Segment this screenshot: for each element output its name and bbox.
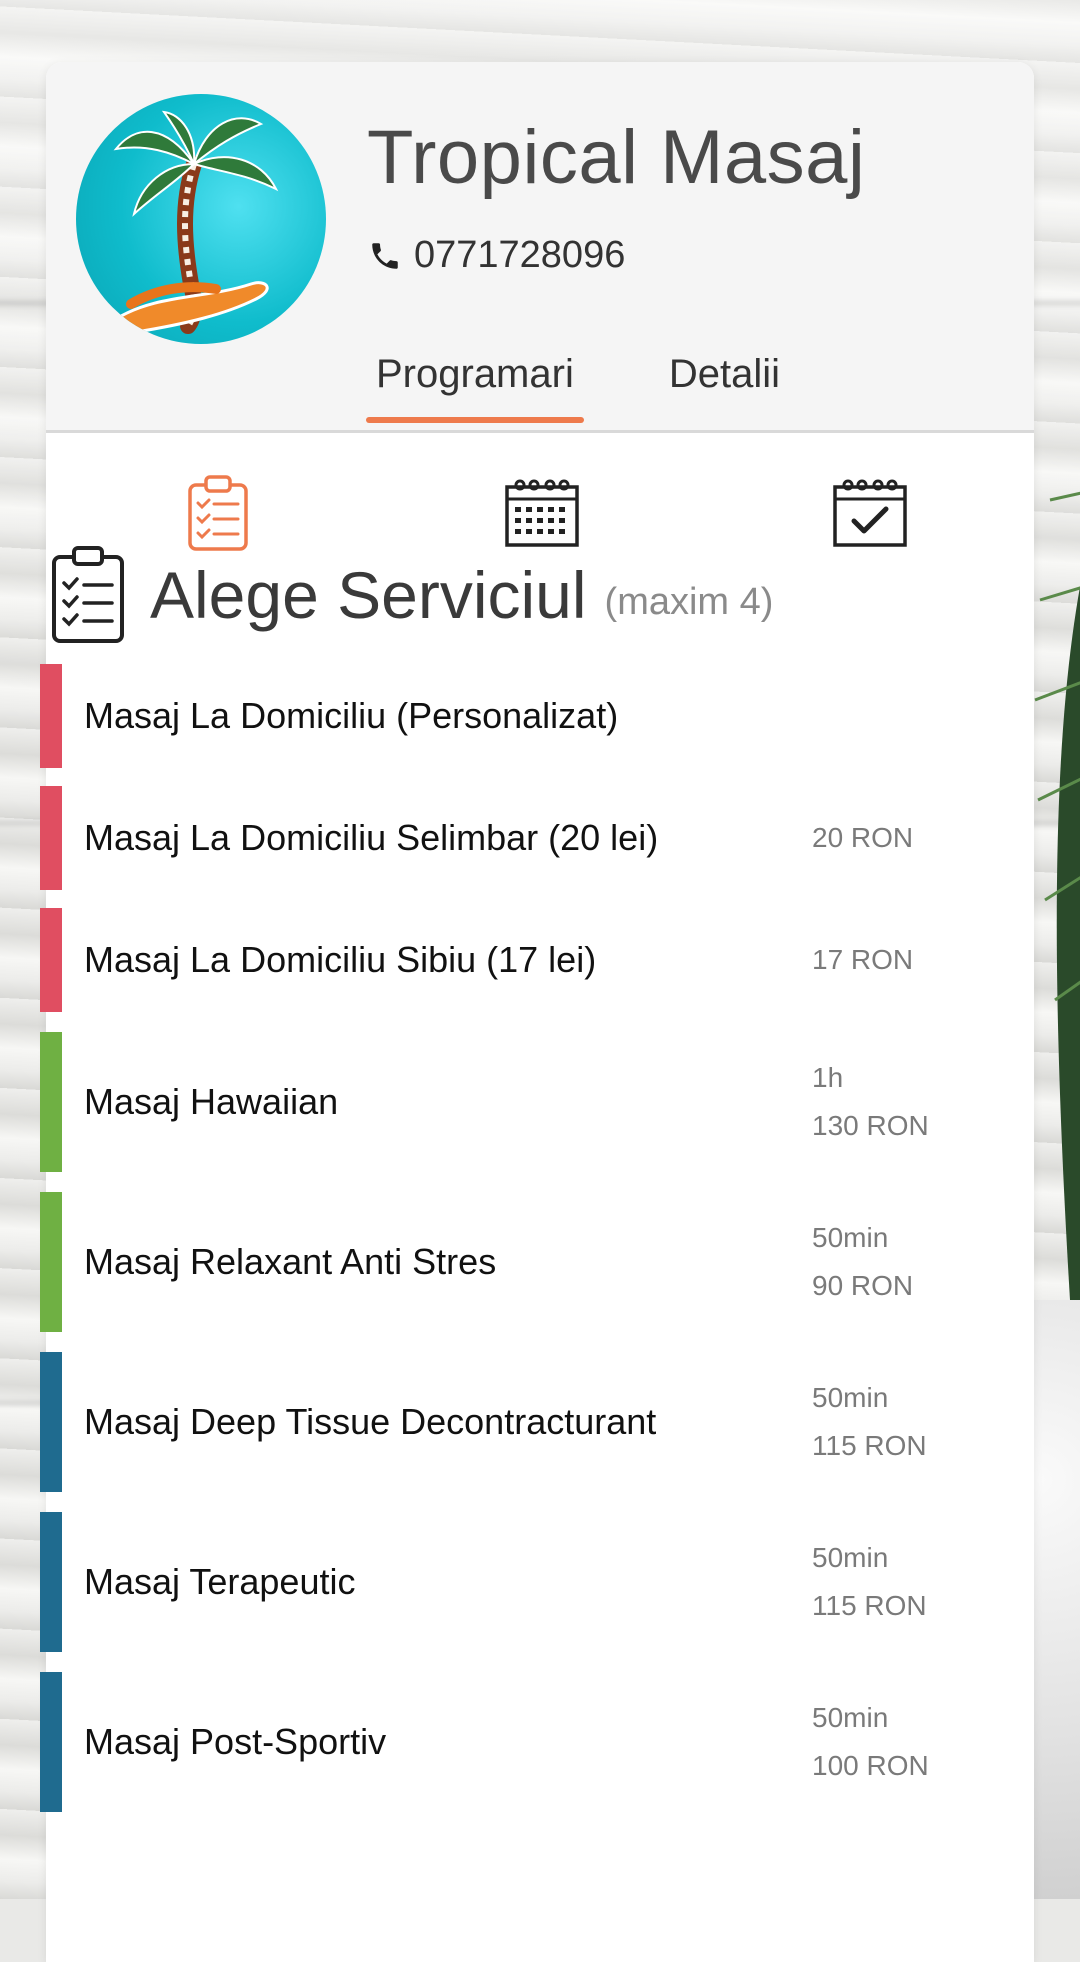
service-meta: 50min 100 RON <box>812 1694 929 1790</box>
service-color-bar <box>40 664 62 768</box>
phone-number: 0771728096 <box>414 234 626 276</box>
service-color-bar <box>40 1512 62 1652</box>
service-name: Masaj Post-Sportiv <box>84 1721 387 1762</box>
service-color-bar <box>40 908 62 1012</box>
service-item[interactable]: Masaj Relaxant Anti Stres 50min 90 RON <box>40 1192 960 1332</box>
business-phone[interactable]: 0771728096 <box>368 234 625 277</box>
clipboard-checklist-icon[interactable] <box>178 473 258 553</box>
header-tabs: Programari Detalii <box>366 352 790 423</box>
service-price: 20 RON <box>812 822 914 853</box>
service-item[interactable]: Masaj La Domiciliu Sibiu (17 lei) 17 RON <box>40 908 960 1012</box>
section-title: Alege Serviciul <box>150 558 587 632</box>
service-price: 17 RON <box>812 944 914 975</box>
service-price: 115 RON <box>812 1590 927 1621</box>
service-name: Masaj Relaxant Anti Stres <box>84 1241 497 1282</box>
service-meta: 1h 130 RON <box>812 1054 929 1150</box>
service-item[interactable]: Masaj La Domiciliu (Personalizat) <box>40 664 960 768</box>
service-price: 90 RON <box>812 1270 914 1301</box>
business-header: Tropical Masaj 0771728096 Programari Det… <box>46 62 1034 433</box>
service-meta: 50min 90 RON <box>812 1214 913 1310</box>
service-meta: 17 RON <box>812 936 913 984</box>
service-meta: 20 RON <box>812 814 913 862</box>
service-color-bar <box>40 1672 62 1812</box>
service-color-bar <box>40 1352 62 1492</box>
business-logo <box>76 94 326 344</box>
service-duration: 1h <box>812 1062 844 1093</box>
service-item[interactable]: Masaj Hawaiian 1h 130 RON <box>40 1032 960 1172</box>
service-name: Masaj La Domiciliu Selimbar (20 lei) <box>84 817 659 858</box>
business-name: Tropical Masaj <box>367 115 866 200</box>
service-color-bar <box>40 786 62 890</box>
section-header: Alege Serviciul (maxim 4) <box>48 545 773 645</box>
calendar-icon[interactable] <box>502 473 582 553</box>
service-price: 130 RON <box>812 1110 929 1141</box>
section-note: (maxim 4) <box>604 580 774 623</box>
service-name: Masaj La Domiciliu Sibiu (17 lei) <box>84 939 597 980</box>
service-name: Masaj Hawaiian <box>84 1081 339 1122</box>
service-item[interactable]: Masaj Terapeutic 50min 115 RON <box>40 1512 960 1652</box>
service-name: Masaj Deep Tissue Decontracturant <box>84 1401 657 1442</box>
service-color-bar <box>40 1192 62 1332</box>
service-name: Masaj Terapeutic <box>84 1561 356 1602</box>
service-name: Masaj La Domiciliu (Personalizat) <box>84 695 619 736</box>
service-duration: 50min <box>812 1542 889 1573</box>
tab-programari[interactable]: Programari <box>366 352 584 423</box>
calendar-check-icon[interactable] <box>830 473 910 553</box>
service-item[interactable]: Masaj La Domiciliu Selimbar (20 lei) 20 R… <box>40 786 960 890</box>
service-duration: 50min <box>812 1702 889 1733</box>
service-meta: 50min 115 RON <box>812 1374 927 1470</box>
clipboard-icon <box>52 546 124 643</box>
service-price: 100 RON <box>812 1750 929 1781</box>
tab-detalii[interactable]: Detalii <box>659 352 790 397</box>
service-duration: 50min <box>812 1222 889 1253</box>
service-item[interactable]: Masaj Post-Sportiv 50min 100 RON <box>40 1672 960 1812</box>
service-color-bar <box>40 1032 62 1172</box>
service-meta: 50min 115 RON <box>812 1534 927 1630</box>
service-price: 115 RON <box>812 1430 927 1461</box>
service-duration: 50min <box>812 1382 889 1413</box>
phone-icon <box>372 242 398 269</box>
service-item[interactable]: Masaj Deep Tissue Decontracturant 50min 11… <box>40 1352 960 1492</box>
